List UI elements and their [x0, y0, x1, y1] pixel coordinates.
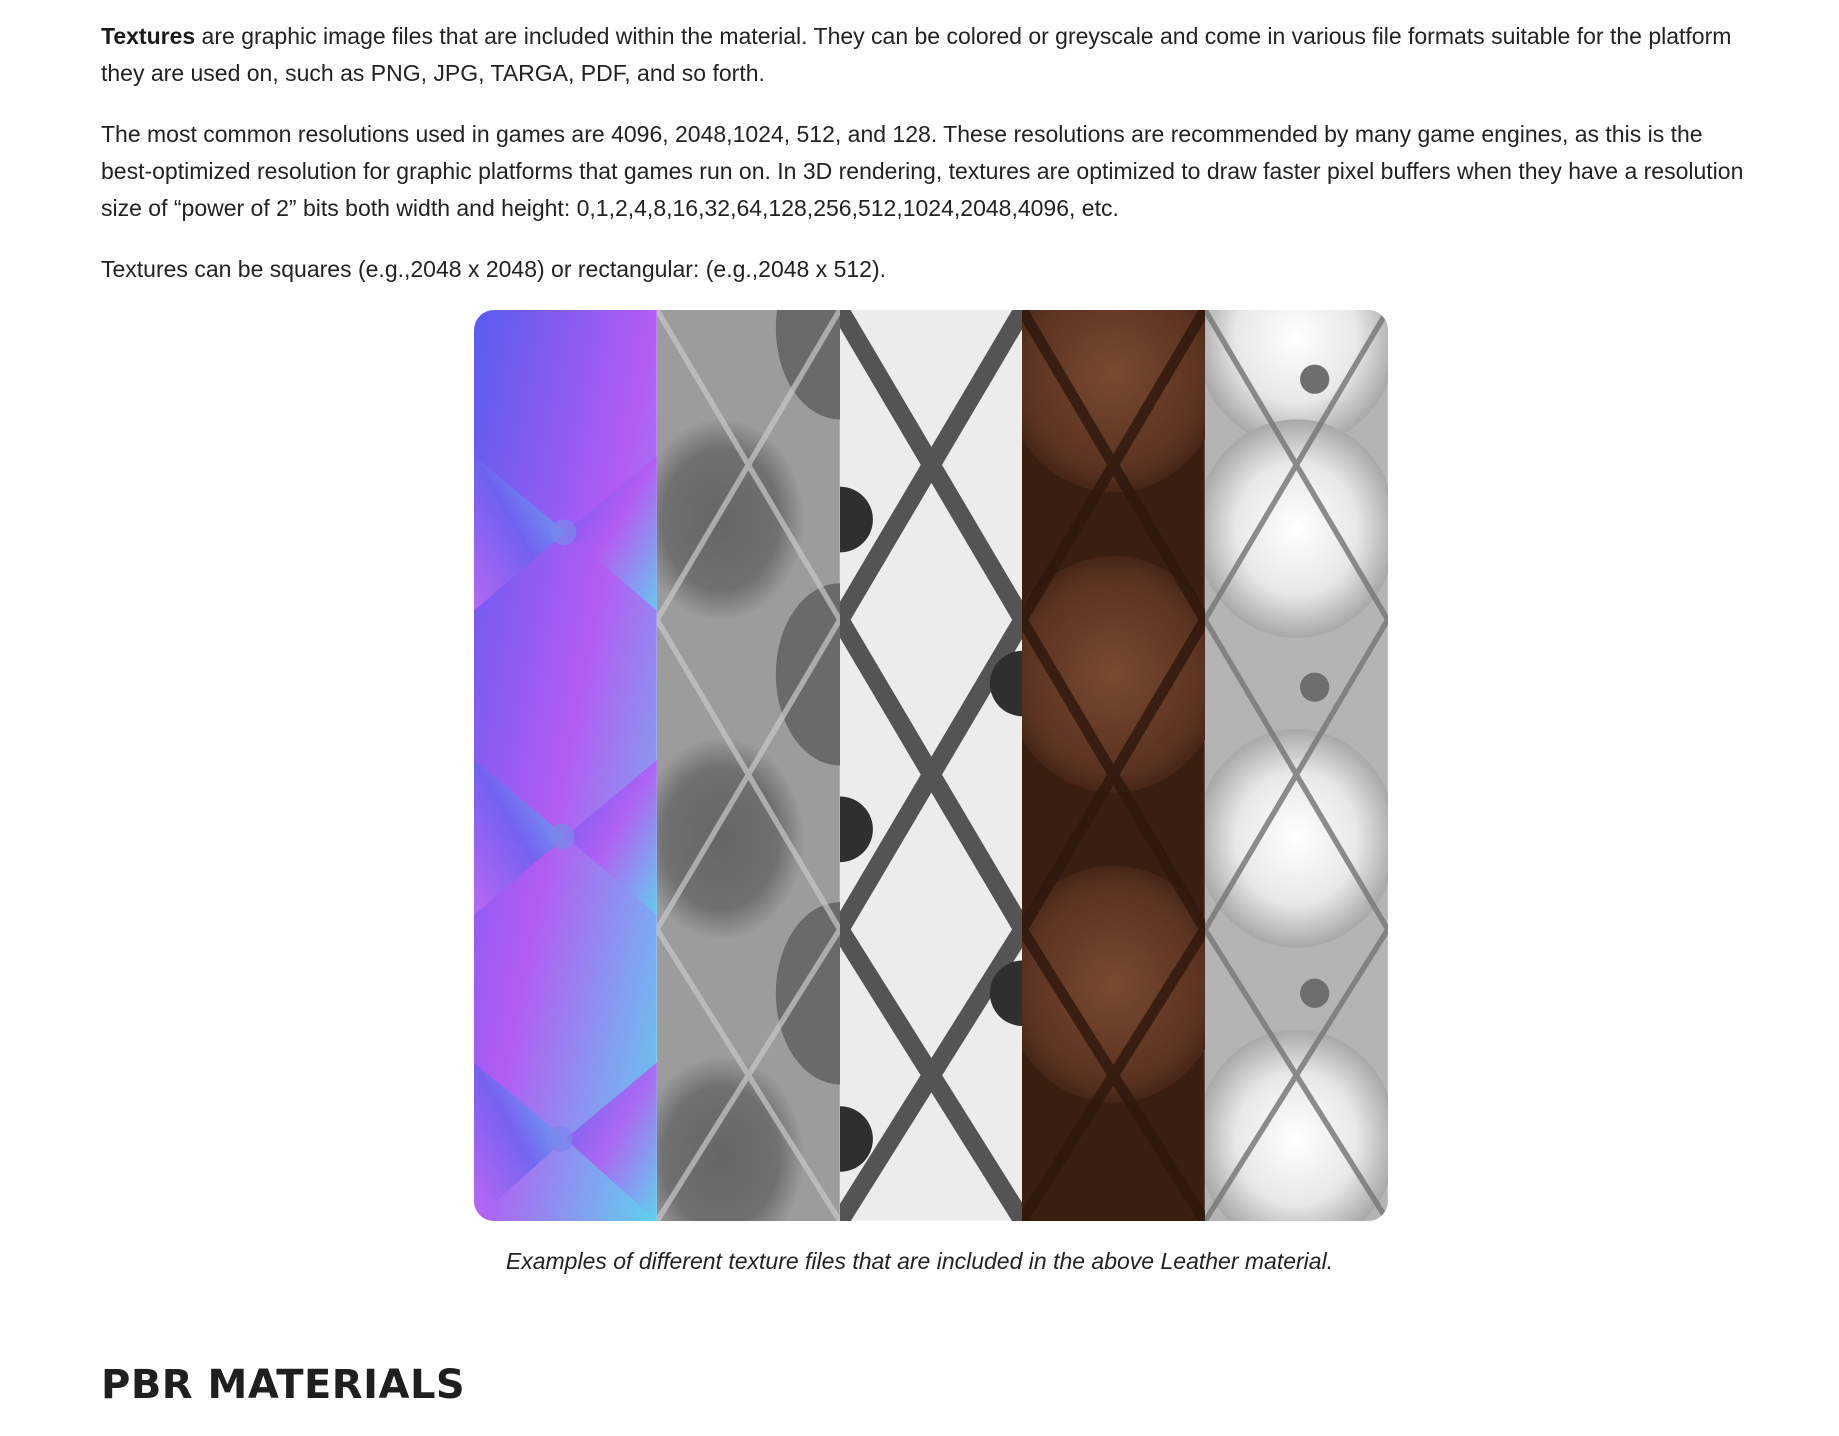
paragraph-texture-shapes: Textures can be squares (e.g.,2048 x 204…	[101, 256, 887, 282]
article-body: Textures are graphic image files that ar…	[101, 18, 1751, 312]
height-map-strip	[1205, 310, 1388, 1221]
texture-maps-figure	[474, 310, 1388, 1221]
paragraph-textures: Textures are graphic image files that ar…	[101, 18, 1751, 92]
roughness-map-strip	[656, 310, 840, 1221]
term-textures: Textures	[101, 23, 196, 49]
albedo-map-strip	[1022, 310, 1206, 1221]
paragraph-textures-text: are graphic image files that are include…	[101, 23, 1732, 86]
section-heading-pbr-materials: PBR MATERIALS	[101, 1362, 466, 1408]
normal-map-strip	[474, 310, 657, 1221]
paragraph-resolutions: The most common resolutions used in game…	[101, 121, 1744, 221]
ambient-occlusion-map-strip	[839, 310, 1023, 1221]
figure-caption: Examples of different texture files that…	[505, 1248, 1334, 1274]
